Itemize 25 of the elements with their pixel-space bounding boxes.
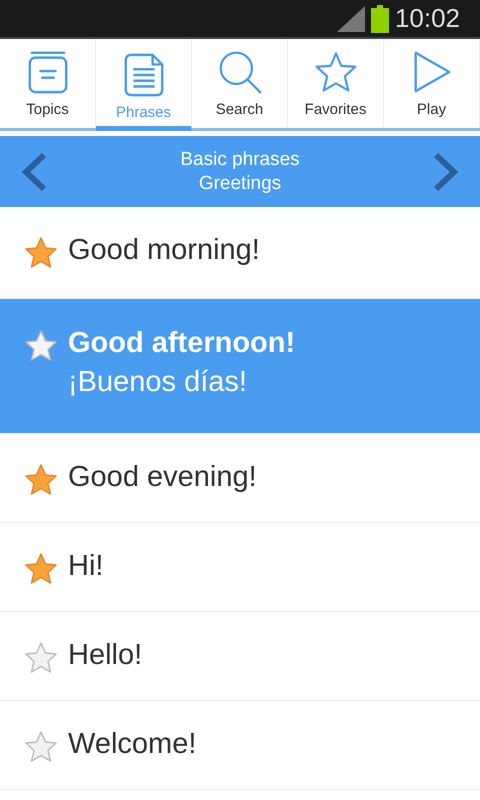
battery-icon: [370, 4, 389, 32]
star-icon[interactable]: [24, 730, 58, 764]
translation-text: ¡Buenos días!: [68, 366, 248, 399]
star-icon[interactable]: [24, 641, 58, 675]
star-icon[interactable]: [24, 236, 58, 270]
star-icon[interactable]: [24, 463, 58, 497]
star-icon[interactable]: [24, 329, 58, 363]
phrase-text: Hello!: [68, 639, 142, 672]
phrase-text: Good evening!: [68, 461, 257, 494]
phrase-text: Good morning!: [68, 234, 260, 267]
document-icon: [122, 52, 166, 98]
subcategory-title: Greetings: [198, 172, 282, 196]
star-icon[interactable]: [24, 552, 58, 586]
phrase-row[interactable]: Hello!: [0, 612, 480, 701]
status-time: 10:02: [394, 3, 460, 34]
phrase-row[interactable]: Hi!: [0, 523, 480, 612]
phrase-text: Hi!: [68, 550, 104, 583]
signal-icon: [336, 6, 365, 32]
folder-icon: [26, 49, 70, 95]
category-title: Basic phrases: [180, 148, 300, 172]
phrase-row[interactable]: Good evening!: [0, 434, 480, 523]
search-icon: [218, 49, 262, 95]
phrase-row[interactable]: Welcome!: [0, 701, 480, 790]
phrase-text: Good afternoon!: [68, 327, 296, 360]
phrase-text: Welcome!: [68, 728, 196, 761]
